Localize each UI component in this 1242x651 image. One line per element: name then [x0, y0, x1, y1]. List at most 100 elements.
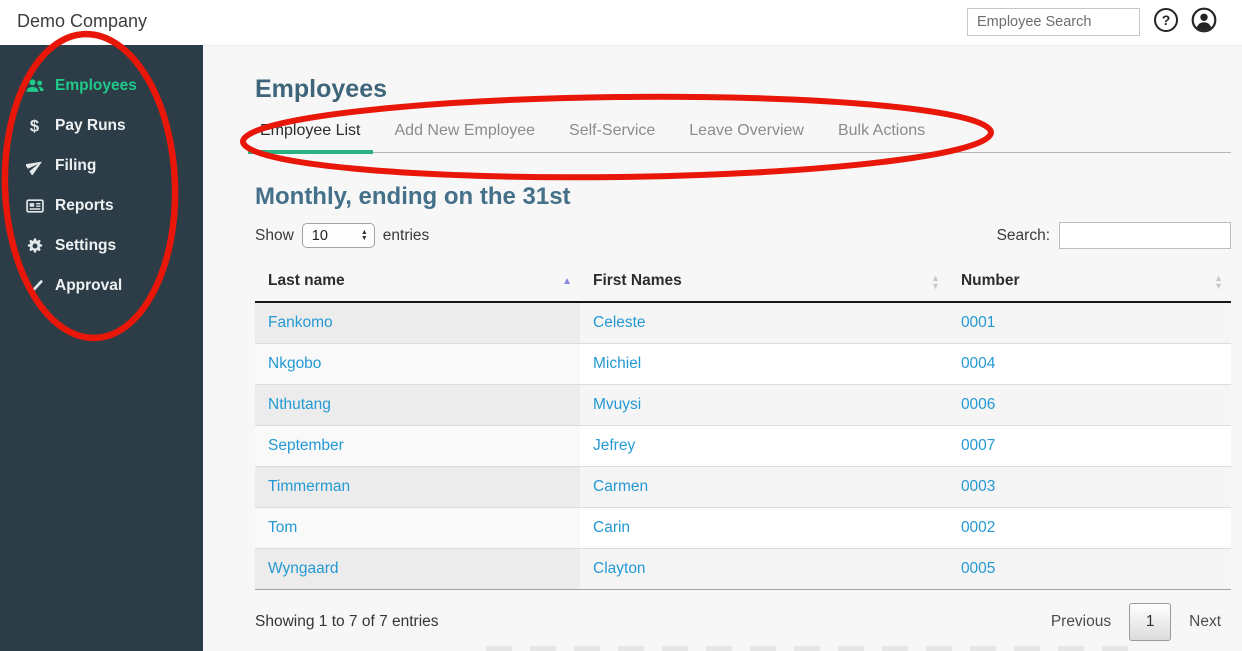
table-row: Nkgobo Michiel 0004 — [255, 343, 1231, 386]
show-entries-control: Show 10 ▲ ▼ entries — [255, 223, 429, 249]
cell-number: 0004 — [947, 343, 1231, 386]
top-bar: Demo Company ? — [0, 0, 1242, 45]
cell-last-name: Wyngaard — [255, 548, 580, 591]
cell-number: 0005 — [947, 548, 1231, 591]
search-label: Search: — [996, 226, 1050, 244]
column-header-number[interactable]: Number ▲ ▼ — [947, 263, 1231, 304]
select-spinner-icon: ▲ ▼ — [360, 229, 368, 242]
table-row: September Jefrey 0007 — [255, 425, 1231, 468]
table-row: Fankomo Celeste 0001 — [255, 302, 1231, 345]
employee-first-names-link[interactable]: Clayton — [593, 560, 646, 577]
employee-number-link[interactable]: 0004 — [961, 355, 995, 372]
cell-number: 0003 — [947, 466, 1231, 509]
cell-first-names: Mvuysi — [580, 384, 948, 427]
table-footer: Showing 1 to 7 of 7 entries Previous 1 N… — [255, 603, 1231, 642]
employee-first-names-link[interactable]: Celeste — [593, 314, 646, 331]
cell-number: 0002 — [947, 507, 1231, 550]
sidebar-item-filing[interactable]: Filing — [0, 146, 203, 186]
help-icon[interactable]: ? — [1154, 8, 1178, 32]
sidebar-item-reports[interactable]: Reports — [0, 186, 203, 226]
sidebar-item-label: Filing — [55, 157, 97, 174]
table-search-input[interactable] — [1059, 222, 1231, 250]
app-window: Demo Company ? Employees $ Pay Runs Filing R… — [0, 0, 1242, 651]
table-controls: Show 10 ▲ ▼ entries Search: — [255, 222, 1231, 250]
employee-number-link[interactable]: 0005 — [961, 560, 995, 577]
employee-table: Last name ▲ First Names ▲ ▼ Number ▲ ▼ Fankomo C… — [255, 263, 1231, 591]
sidebar-item-label: Pay Runs — [55, 117, 126, 134]
tab-bar: Employee List Add New Employee Self-Servic… — [248, 122, 1231, 155]
check-icon — [24, 276, 45, 296]
tab-self-service[interactable]: Self-Service — [557, 122, 667, 154]
table-header-row: Last name ▲ First Names ▲ ▼ Number ▲ ▼ — [255, 263, 1231, 304]
employee-first-names-link[interactable]: Carin — [593, 519, 630, 536]
tab-add-new-employee[interactable]: Add New Employee — [383, 122, 548, 154]
employee-number-link[interactable]: 0003 — [961, 478, 995, 495]
page-title: Employees — [255, 75, 388, 103]
clipped-content-hint — [486, 646, 1146, 651]
sidebar-nav: Employees $ Pay Runs Filing Reports Settings A… — [0, 45, 203, 306]
gear-icon — [24, 236, 45, 256]
column-header-label: Last name — [268, 272, 345, 290]
column-header-first-names[interactable]: First Names ▲ ▼ — [580, 263, 948, 304]
employee-last-name-link[interactable]: September — [268, 437, 344, 454]
cell-first-names: Carmen — [580, 466, 948, 509]
employee-first-names-link[interactable]: Carmen — [593, 478, 648, 495]
sidebar-item-approval[interactable]: Approval — [0, 266, 203, 306]
tab-employee-list[interactable]: Employee List — [248, 122, 373, 155]
user-account-icon[interactable] — [1191, 7, 1217, 33]
sidebar-item-label: Settings — [55, 237, 117, 254]
pay-frequency-title: Monthly, ending on the 31st — [255, 183, 571, 211]
column-header-last-name[interactable]: Last name ▲ — [255, 263, 580, 304]
sort-both-icon: ▲ ▼ — [1214, 273, 1223, 292]
page-number-button[interactable]: 1 — [1129, 603, 1172, 642]
cell-last-name: Nkgobo — [255, 343, 580, 386]
pagination: Previous 1 Next — [1051, 603, 1221, 642]
employee-last-name-link[interactable]: Tom — [268, 519, 297, 536]
sidebar-item-pay-runs[interactable]: $ Pay Runs — [0, 106, 203, 146]
employee-number-link[interactable]: 0007 — [961, 437, 995, 454]
question-mark-glyph: ? — [1161, 12, 1171, 28]
cell-last-name: Nthutang — [255, 384, 580, 427]
employee-last-name-link[interactable]: Wyngaard — [268, 560, 339, 577]
entries-summary: Showing 1 to 7 of 7 entries — [255, 613, 439, 631]
employee-last-name-link[interactable]: Timmerman — [268, 478, 350, 495]
cell-last-name: September — [255, 425, 580, 468]
cell-number: 0006 — [947, 384, 1231, 427]
sort-both-icon: ▲ ▼ — [931, 273, 940, 292]
employee-last-name-link[interactable]: Fankomo — [268, 314, 333, 331]
cell-last-name: Fankomo — [255, 302, 580, 345]
cell-first-names: Celeste — [580, 302, 948, 345]
page-size-select[interactable]: 10 ▲ ▼ — [301, 223, 375, 249]
page-size-value: 10 — [311, 227, 328, 244]
column-header-label: First Names — [593, 272, 682, 290]
sidebar-item-employees[interactable]: Employees — [0, 66, 203, 106]
employee-number-link[interactable]: 0002 — [961, 519, 995, 536]
employee-last-name-link[interactable]: Nthutang — [268, 396, 331, 413]
employee-table-body: Fankomo Celeste 0001 Nkgobo Michiel 0004 Nthut… — [255, 302, 1231, 591]
cell-first-names: Carin — [580, 507, 948, 550]
employee-first-names-link[interactable]: Michiel — [593, 355, 641, 372]
employee-number-link[interactable]: 0006 — [961, 396, 995, 413]
employee-number-link[interactable]: 0001 — [961, 314, 995, 331]
employee-search-input[interactable] — [967, 8, 1140, 36]
main-content: Employees Employee List Add New Employee S… — [203, 45, 1242, 651]
sidebar-item-label: Reports — [55, 197, 114, 214]
tab-bulk-actions[interactable]: Bulk Actions — [826, 122, 937, 154]
dollar-icon: $ — [24, 116, 45, 136]
svg-text:$: $ — [30, 117, 39, 136]
paper-plane-icon — [24, 156, 45, 176]
cell-first-names: Jefrey — [580, 425, 948, 468]
employee-first-names-link[interactable]: Mvuysi — [593, 396, 641, 413]
column-header-label: Number — [960, 272, 1020, 290]
sidebar-item-settings[interactable]: Settings — [0, 226, 203, 266]
employee-first-names-link[interactable]: Jefrey — [593, 437, 635, 454]
table-row: Timmerman Carmen 0003 — [255, 466, 1231, 509]
next-page-button[interactable]: Next — [1189, 613, 1221, 631]
company-name: Demo Company — [17, 11, 148, 31]
tab-leave-overview[interactable]: Leave Overview — [677, 122, 816, 154]
previous-page-button[interactable]: Previous — [1051, 613, 1111, 631]
cell-last-name: Timmerman — [255, 466, 580, 509]
employee-last-name-link[interactable]: Nkgobo — [268, 355, 321, 372]
show-label: Show — [255, 226, 294, 244]
sidebar: Employees $ Pay Runs Filing Reports Settings A… — [0, 45, 203, 651]
